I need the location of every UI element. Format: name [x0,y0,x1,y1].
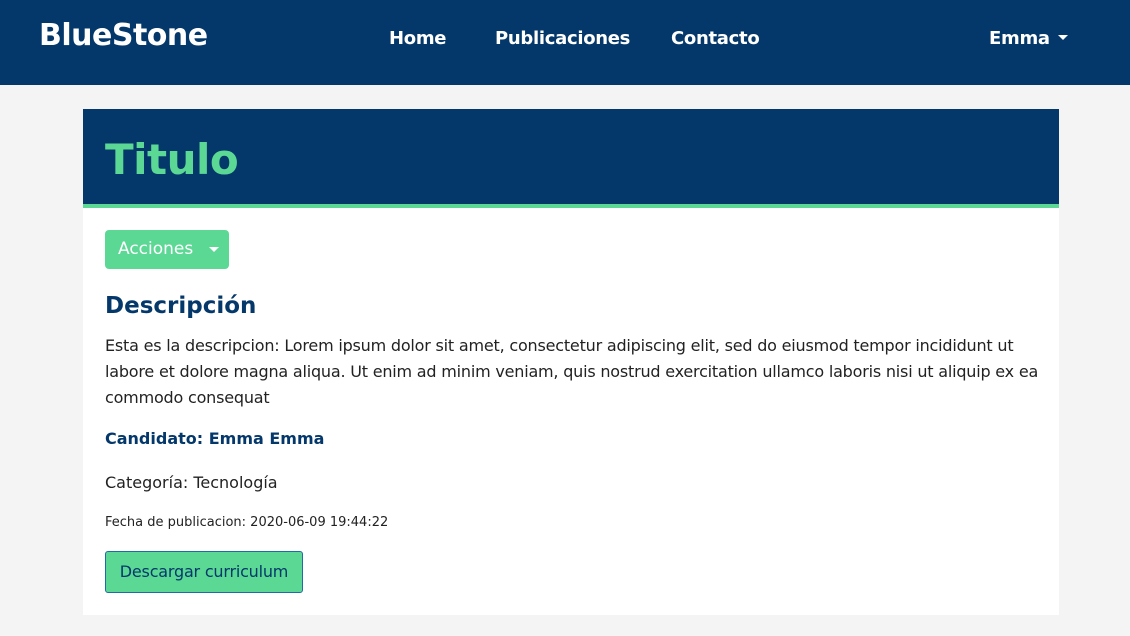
page-title: Titulo [105,135,239,184]
actions-label: Acciones [118,239,194,259]
description-text: Esta es la descripcion: Lorem ipsum dolo… [105,336,1039,407]
publication-card: Titulo Acciones Descripción Esta es la d… [83,109,1059,615]
chevron-down-icon [209,247,219,252]
user-name: Emma [989,28,1050,49]
publication-date: Fecha de publicacion: 2020-06-09 19:44:2… [105,515,389,530]
download-cv-button[interactable]: Descargar curriculum [105,551,303,593]
brand-logo[interactable]: BlueStone [39,18,208,53]
nav-link-publicaciones[interactable]: Publicaciones [495,28,630,49]
top-navbar: BlueStone Home Publicaciones Contacto Em… [0,0,1130,85]
candidate-name: Candidato: Emma Emma [105,429,325,448]
description-heading: Descripción [105,293,257,319]
nav-link-contacto[interactable]: Contacto [671,28,760,49]
chevron-down-icon [1057,35,1068,40]
nav-link-home[interactable]: Home [389,28,447,49]
user-menu-dropdown[interactable]: Emma [989,28,1068,49]
actions-dropdown-button[interactable]: Acciones [105,230,229,269]
card-header: Titulo [83,109,1059,208]
category-label: Categoría: Tecnología [105,473,278,492]
